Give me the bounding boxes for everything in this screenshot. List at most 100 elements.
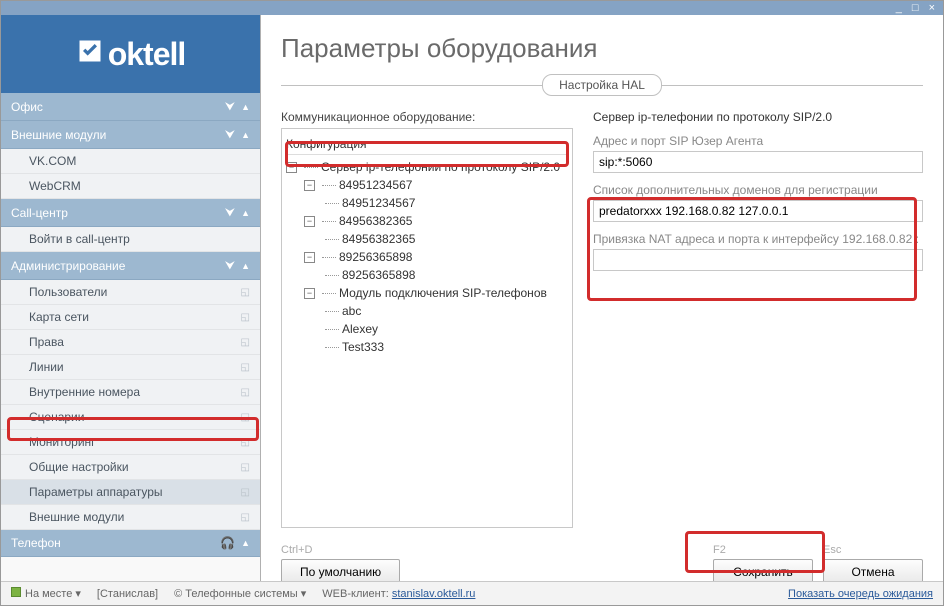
tab-hal[interactable]: Настройка HAL: [542, 74, 662, 96]
tree-node-label: Модуль подключения SIP-телефонов: [339, 286, 547, 300]
nav-item-hardware-params[interactable]: Параметры аппаратуры ◱: [1, 480, 260, 505]
page-title: Параметры оборудования: [281, 33, 923, 64]
tree-node[interactable]: − 84956382365: [286, 212, 568, 230]
domains-label: Список дополнительных доменов для регист…: [593, 183, 923, 197]
cancel-button[interactable]: Отмена: [823, 559, 923, 581]
tree-leaf[interactable]: 84951234567: [286, 194, 568, 212]
nav-item-label: VK.COM: [29, 154, 76, 168]
detach-icon: ◱: [241, 362, 250, 373]
web-client: WEB-клиент: stanislav.oktell.ru: [322, 588, 475, 600]
tree-leaf-label: 84956382365: [342, 232, 415, 246]
domains-input[interactable]: [593, 200, 923, 222]
tree-node-label: Сервер ip-телефонии по протоколу SIP/2.0: [321, 160, 560, 174]
nav: Офис ⮟▲ Внешние модули ⮟▲ VK.COM WebCRM …: [1, 93, 260, 581]
cancel-shortcut: Esc: [823, 544, 923, 556]
tree-node[interactable]: − 89256365898: [286, 248, 568, 266]
status-dot-icon: [11, 587, 21, 597]
tree-leaf[interactable]: 84956382365: [286, 230, 568, 248]
nav-section-phone[interactable]: Телефон 🎧▲: [1, 530, 260, 557]
chevron-up-icon: ▲: [241, 261, 250, 271]
tree-leaf[interactable]: Alexey: [286, 320, 568, 338]
show-queue-link[interactable]: Показать очередь ожидания: [788, 588, 933, 600]
collapse-icon[interactable]: −: [304, 216, 315, 227]
nat-input[interactable]: [593, 249, 923, 271]
nav-item-label: Общие настройки: [29, 460, 129, 474]
tree-header: Конфигурация: [286, 135, 568, 155]
collapse-icon[interactable]: −: [286, 162, 297, 173]
nav-item-enter-callcenter[interactable]: Войти в call-центр: [1, 227, 260, 252]
nav-item-label: Войти в call-центр: [29, 232, 130, 246]
right-panel-title: Сервер ip-телефонии по протоколу SIP/2.0: [593, 110, 923, 124]
minimize-button[interactable]: _: [894, 2, 904, 14]
collapse-icon[interactable]: −: [304, 288, 315, 299]
tree-node[interactable]: − 84951234567: [286, 176, 568, 194]
nav-item-label: Сценарии: [29, 410, 84, 424]
save-button[interactable]: Сохранить: [713, 559, 813, 581]
main-panel: Параметры оборудования Настройка HAL Ком…: [261, 15, 943, 581]
tree-leaf-label: 89256365898: [342, 268, 415, 282]
nav-section-ext-modules[interactable]: Внешние модули ⮟▲: [1, 121, 260, 149]
nav-section-label: Офис: [11, 100, 43, 114]
nav-section-label: Call-центр: [11, 206, 68, 220]
nav-item-monitoring[interactable]: Мониторинг ◱: [1, 430, 260, 455]
detach-icon: ◱: [241, 412, 250, 423]
nav-item-ext-modules-admin[interactable]: Внешние модули◱: [1, 505, 260, 530]
nav-item-label: Внутренние номера: [29, 385, 140, 399]
tree-node[interactable]: − Модуль подключения SIP-телефонов: [286, 284, 568, 302]
nav-section-callcenter[interactable]: Call-центр ⮟▲: [1, 199, 260, 227]
collapse-icon[interactable]: −: [304, 252, 315, 263]
divider: [662, 85, 923, 86]
tree-leaf-label: 84951234567: [342, 196, 415, 210]
web-client-link[interactable]: stanislav.oktell.ru: [392, 588, 476, 600]
presence-indicator[interactable]: На месте ▾: [11, 587, 81, 600]
save-shortcut: F2: [713, 544, 813, 556]
default-button[interactable]: По умолчанию: [281, 559, 400, 581]
nav-item-extensions[interactable]: Внутренние номера ◱: [1, 380, 260, 405]
sidebar: oktell Офис ⮟▲ Внешние модули ⮟▲ VK.COM …: [1, 15, 261, 581]
nav-item-label: Параметры аппаратуры: [29, 485, 163, 499]
tree-leaf[interactable]: 89256365898: [286, 266, 568, 284]
detach-icon: ◱: [241, 387, 250, 398]
nav-item-label: WebCRM: [29, 179, 81, 193]
expand-icon: ⮟: [225, 99, 235, 114]
tree-root[interactable]: − Сервер ip-телефонии по протоколу SIP/2…: [286, 158, 568, 176]
nav-item-label: Мониторинг: [29, 435, 96, 449]
nav-item-general-settings[interactable]: Общие настройки ◱: [1, 455, 260, 480]
nav-section-admin[interactable]: Администрирование ⮟▲: [1, 252, 260, 280]
collapse-icon[interactable]: −: [304, 180, 315, 191]
expand-icon: ⮟: [225, 205, 235, 220]
close-button[interactable]: ×: [927, 2, 937, 14]
logo-icon: [76, 36, 104, 73]
tree-leaf[interactable]: abc: [286, 302, 568, 320]
tree-node-label: 84951234567: [339, 178, 412, 192]
config-tree[interactable]: Конфигурация − Сервер ip-телефонии по пр…: [281, 128, 573, 528]
nav-item-users[interactable]: Пользователи◱: [1, 280, 260, 305]
company-link[interactable]: © Телефонные системы ▾: [174, 587, 306, 600]
nav-section-office[interactable]: Офис ⮟ ▲: [1, 93, 260, 121]
detach-icon: ◱: [241, 437, 250, 448]
tree-node-label: 89256365898: [339, 250, 412, 264]
titlebar: _ □ ×: [1, 1, 943, 15]
tree-node-label: 84956382365: [339, 214, 412, 228]
tree-leaf-label: Test333: [342, 340, 384, 354]
tree-leaf[interactable]: Test333: [286, 338, 568, 356]
user-label: [Станислав]: [97, 588, 158, 600]
chevron-up-icon: ▲: [241, 130, 250, 140]
nav-item-vkcom[interactable]: VK.COM: [1, 149, 260, 174]
nav-section-label: Внешние модули: [11, 128, 106, 142]
addr-input[interactable]: [593, 151, 923, 173]
nav-item-lines[interactable]: Линии◱: [1, 355, 260, 380]
nav-item-netmap[interactable]: Карта сети◱: [1, 305, 260, 330]
default-shortcut: Ctrl+D: [281, 544, 400, 556]
detach-icon: ◱: [241, 312, 250, 323]
nav-item-webcrm[interactable]: WebCRM: [1, 174, 260, 199]
statusbar: На месте ▾ [Станислав] © Телефонные сист…: [1, 581, 943, 605]
nav-item-scenarios[interactable]: Сценарии ◱: [1, 405, 260, 430]
detach-icon: ◱: [241, 487, 250, 498]
chevron-up-icon: ▲: [241, 102, 250, 112]
detach-icon: ◱: [241, 462, 250, 473]
logo: oktell: [1, 15, 260, 93]
nav-item-rights[interactable]: Права◱: [1, 330, 260, 355]
tree-leaf-label: abc: [342, 304, 361, 318]
maximize-button[interactable]: □: [910, 2, 921, 14]
